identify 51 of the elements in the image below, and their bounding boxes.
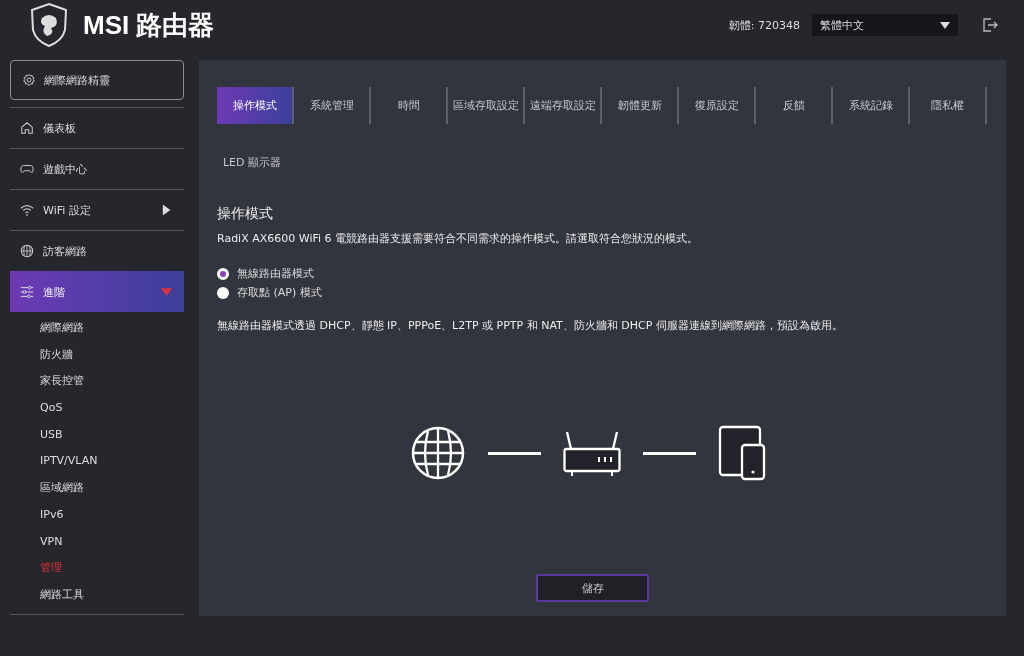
devices-icon bbox=[717, 425, 766, 481]
globe-icon bbox=[409, 425, 466, 481]
app-title: MSI 路由器 bbox=[83, 8, 215, 42]
tab[interactable]: LED 顯示器 bbox=[217, 144, 287, 181]
connector-line bbox=[487, 451, 541, 455]
tab[interactable]: 韌體更新 bbox=[602, 87, 679, 124]
save-button[interactable]: 儲存 bbox=[536, 574, 649, 602]
submenu-item[interactable]: 家長控管 bbox=[10, 368, 184, 396]
connector-line bbox=[642, 451, 696, 455]
home-icon bbox=[20, 121, 34, 135]
internet-wizard-button[interactable]: 網際網路精靈 bbox=[10, 60, 184, 100]
sidebar-item[interactable]: 進階 bbox=[10, 271, 184, 312]
submenu-item[interactable]: 網際網路 bbox=[10, 315, 184, 342]
firmware-version: 韌體: 720348 bbox=[728, 17, 800, 33]
sidebar-item[interactable]: 儀表板 bbox=[10, 107, 184, 148]
submenu-item[interactable]: 區域網路 bbox=[10, 475, 184, 502]
submenu-item[interactable]: 網路工具 bbox=[10, 581, 184, 609]
radio-button[interactable] bbox=[217, 267, 229, 280]
submenu-item[interactable]: USB bbox=[10, 421, 184, 449]
radio-option[interactable]: 無線路由器模式 bbox=[217, 266, 988, 281]
tab[interactable]: 操作模式 bbox=[217, 87, 294, 124]
tab[interactable]: 時間 bbox=[371, 87, 448, 124]
logout-icon[interactable] bbox=[982, 17, 998, 33]
sidebar-item[interactable]: WiFi 設定 bbox=[10, 189, 184, 230]
caret-icon bbox=[940, 21, 950, 29]
router-icon bbox=[562, 429, 621, 477]
wifi-icon bbox=[20, 203, 34, 217]
submenu-item[interactable]: VPN bbox=[10, 528, 184, 556]
submenu-item[interactable]: 防火牆 bbox=[10, 341, 184, 369]
submenu-item[interactable]: QoS bbox=[10, 395, 184, 422]
mode-note: 無線路由器模式透過 DHCP、靜態 IP、PPPoE、L2TP 或 PPTP 和 NAT、防火牆和 DHCP 伺服器連線到網際網路，預設為啟用。 bbox=[217, 318, 844, 333]
submenu-item[interactable]: IPv6 bbox=[10, 501, 184, 529]
tab[interactable]: 系統管理 bbox=[294, 87, 371, 124]
tab[interactable]: 區域存取設定 bbox=[448, 87, 525, 124]
radio-option[interactable]: 存取點 (AP) 模式 bbox=[217, 285, 988, 300]
radio-button[interactable] bbox=[217, 286, 229, 299]
tab[interactable]: 隱私權 bbox=[910, 87, 987, 124]
settings-icon bbox=[22, 73, 36, 87]
tab[interactable]: 復原設定 bbox=[679, 87, 756, 124]
language-dropdown[interactable]: 繁體中文 bbox=[812, 14, 958, 36]
section-description: RadiX AX6600 WiFi 6 電競路由器支援需要符合不同需求的操作模式。請選取符合您狀況的模式。 bbox=[217, 231, 700, 246]
tab[interactable]: 遠端存取設定 bbox=[525, 87, 602, 124]
sliders-icon bbox=[20, 285, 34, 299]
gamepad-icon bbox=[20, 162, 34, 176]
tab[interactable]: 反饋 bbox=[756, 87, 833, 124]
globe-icon bbox=[20, 244, 34, 258]
section-title: 操作模式 bbox=[217, 205, 274, 223]
sidebar-item[interactable]: 遊戲中心 bbox=[10, 148, 184, 189]
shield-logo-icon bbox=[29, 2, 69, 48]
submenu-item[interactable]: IPTV/VLAN bbox=[10, 448, 184, 476]
tab[interactable]: 系統記錄 bbox=[833, 87, 910, 124]
